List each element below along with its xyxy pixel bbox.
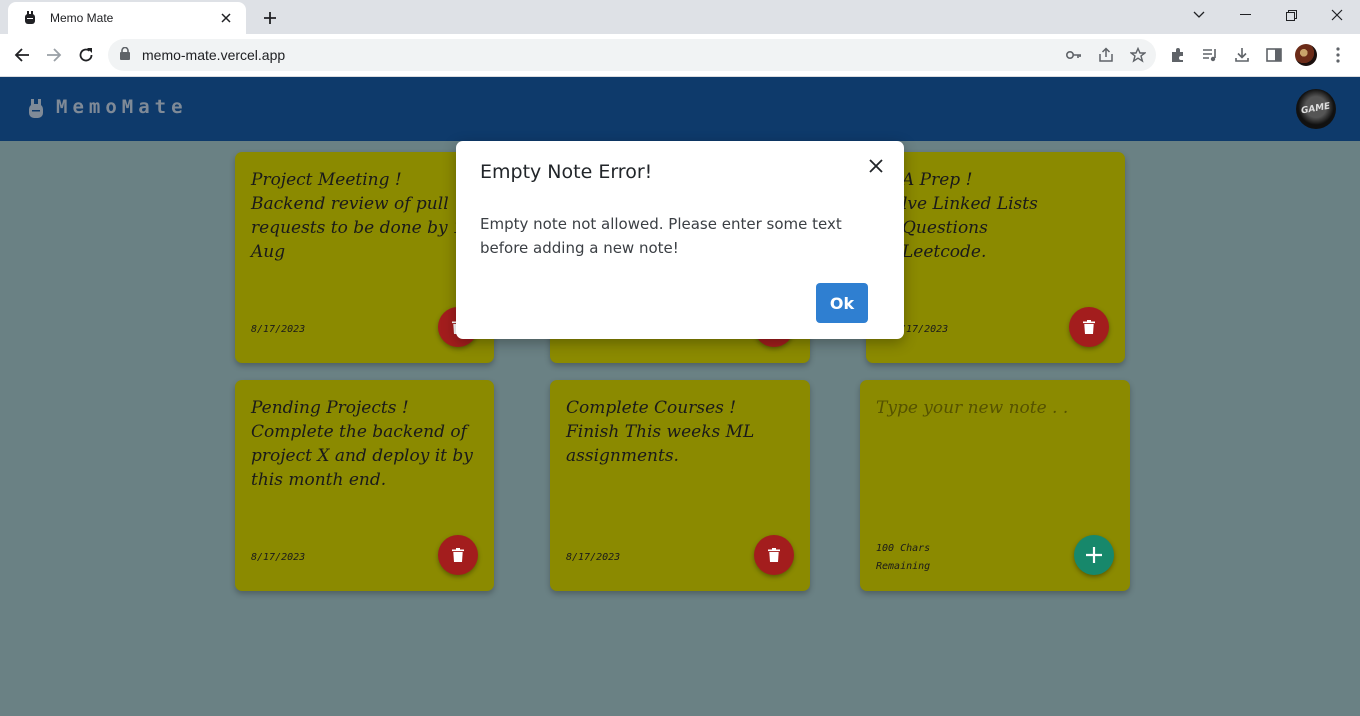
note-card: A Prep ! lve Linked Lists Questions Leet… (866, 152, 1125, 363)
note-text: Pending Projects ! Complete the backend … (251, 398, 473, 490)
address-bar[interactable]: memo-mate.vercel.app (108, 39, 1156, 71)
note-text: Complete Courses ! Finish This weeks ML … (566, 398, 755, 466)
note-date: 8/17/2023 (251, 324, 306, 335)
tab-search-icon[interactable] (1176, 0, 1222, 30)
note-date: 8/17/2023 (251, 552, 306, 563)
delete-note-button[interactable] (1069, 307, 1109, 347)
extensions-icon[interactable] (1168, 45, 1188, 65)
note-text: Project Meeting ! Backend review of pull… (251, 170, 475, 262)
forward-icon[interactable] (40, 41, 68, 69)
bookmark-star-icon[interactable] (1128, 45, 1148, 65)
side-panel-icon[interactable] (1264, 45, 1284, 65)
brand-logo-icon (28, 99, 44, 124)
browser-toolbar: memo-mate.vercel.app (0, 34, 1360, 77)
minimize-icon[interactable] (1222, 0, 1268, 30)
memomate-favicon-icon (22, 10, 38, 26)
new-note-input[interactable] (876, 396, 1114, 516)
lock-icon[interactable] (120, 46, 130, 65)
media-control-icon[interactable] (1200, 45, 1220, 65)
note-card: Pending Projects ! Complete the backend … (235, 380, 494, 591)
add-note-button[interactable] (1074, 535, 1114, 575)
trash-icon (452, 548, 464, 562)
modal-close-icon[interactable] (864, 154, 888, 178)
restore-icon[interactable] (1268, 0, 1314, 30)
brand-name[interactable]: MemoMate (56, 96, 188, 118)
trash-icon (1083, 320, 1095, 334)
tab-close-icon[interactable] (216, 8, 236, 28)
error-modal: Empty Note Error! Empty note not allowed… (456, 141, 904, 339)
key-icon[interactable] (1064, 45, 1084, 65)
modal-title: Empty Note Error! (480, 161, 653, 183)
user-avatar[interactable]: GAME (1296, 89, 1336, 129)
new-tab-button[interactable] (256, 4, 284, 32)
note-date: 8/17/2023 (566, 552, 621, 563)
app-navbar: MemoMate GAME (0, 77, 1360, 141)
download-icon[interactable] (1232, 45, 1252, 65)
note-date: /17/2023 (900, 324, 949, 335)
close-window-icon[interactable] (1314, 0, 1360, 30)
profile-avatar[interactable] (1295, 44, 1317, 66)
note-card: Complete Courses ! Finish This weeks ML … (550, 380, 810, 591)
reload-icon[interactable] (72, 41, 100, 69)
browser-tabstrip: Memo Mate (0, 0, 1360, 34)
back-icon[interactable] (8, 41, 36, 69)
delete-note-button[interactable] (754, 535, 794, 575)
new-note-card: 100 Chars Remaining (860, 380, 1130, 591)
ok-button[interactable]: Ok (816, 283, 868, 323)
delete-note-button[interactable] (438, 535, 478, 575)
menu-kebab-icon[interactable] (1328, 45, 1348, 65)
modal-body: Empty note not allowed. Please enter som… (480, 215, 842, 257)
plus-icon (1086, 547, 1102, 563)
browser-tab[interactable]: Memo Mate (8, 2, 246, 34)
tab-title: Memo Mate (50, 11, 114, 25)
share-icon[interactable] (1096, 45, 1116, 65)
url-text[interactable]: memo-mate.vercel.app (142, 47, 285, 63)
chars-remaining: 100 Chars Remaining (876, 543, 931, 572)
trash-icon (768, 548, 780, 562)
note-text: A Prep ! lve Linked Lists Questions Leet… (902, 170, 1038, 262)
